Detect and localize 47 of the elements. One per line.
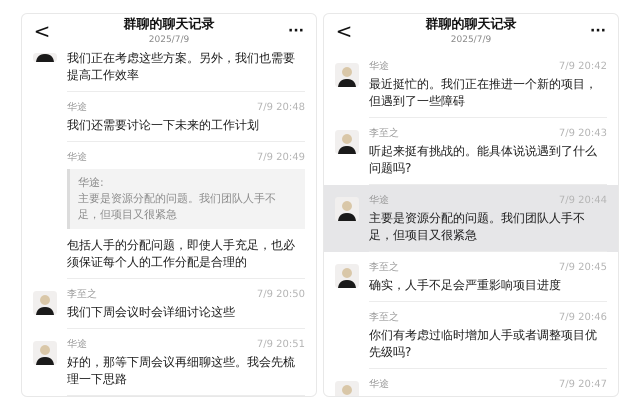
message-time: 7/9 20:48 (256, 100, 305, 114)
message-time: 7/9 20:49 (256, 150, 305, 164)
sender-name: 华途 (369, 378, 389, 392)
sender-name: 李至之 (369, 310, 399, 324)
message-text: 听起来挺有挑战的。能具体说说遇到了什么问题吗? (369, 143, 598, 177)
back-button[interactable]: < (30, 16, 54, 46)
message-text: 我们还需要讨论一下未来的工作计划 (67, 117, 260, 134)
quote-sender: 华途: (78, 175, 105, 191)
message-row[interactable]: 华途 7/9 20:42 最近挺忙的。我们正在推进一个新的项目，但遇到了一些障碍 (324, 58, 618, 118)
message-row[interactable]: 华途 7/9 20:51 好的，那等下周会议再细聊这些。我会先梳理一下思路 (22, 329, 316, 396)
more-button[interactable]: ··· (586, 16, 610, 46)
message-text: 主要是资源分配的问题。我们团队人手不足，但项目又很紧急 (369, 210, 586, 244)
more-button[interactable]: ··· (284, 16, 308, 46)
sender-name: 华途 (369, 60, 389, 74)
message-row[interactable]: 华途 7/9 20:49 华途: 主要是资源分配的问题。我们团队人手不足，但项目又很紧急 包括人手的分配问题，即使人手充足，也必须保证每个人的工作分配是合理的 (22, 142, 316, 279)
message-time: 7/9 20:45 (558, 260, 607, 274)
message-text: 包括人手的分配问题，即使人手充足，也必须保证每个人的工作分配是合理的 (67, 237, 296, 271)
sender-name: 李至之 (369, 126, 399, 140)
message-row[interactable]: 李至之 7/9 20:46 你们有考虑过临时增加人手或者调整项目优先级吗? (324, 302, 618, 369)
message-time: 7/9 20:42 (558, 60, 607, 74)
sender-name: 李至之 (369, 260, 399, 274)
chat-date: 2025/7/9 (148, 34, 190, 46)
message-text: 我们下周会议时会详细讨论这些 (67, 304, 236, 321)
message-time: 7/9 20:47 (558, 378, 607, 392)
sender-name: 华途 (67, 338, 87, 352)
message-row[interactable]: 我们正在考虑这些方案。另外，我们也需要提高工作效率 (22, 48, 316, 92)
quote-text: 主要是资源分配的问题。我们团队人手不足，但项目又很紧急 (78, 191, 277, 223)
chat-title: 群聊的聊天记录 (426, 16, 516, 34)
message-time: 7/9 20:50 (256, 288, 305, 302)
sender-name: 华途 (369, 194, 389, 208)
message-time: 7/9 20:43 (558, 126, 607, 140)
chat-date: 2025/7/9 (450, 34, 492, 46)
message-time: 7/9 20:51 (256, 338, 305, 352)
back-button[interactable]: < (332, 16, 356, 46)
message-row[interactable]: 华途 7/9 20:48 我们还需要讨论一下未来的工作计划 (22, 92, 316, 142)
chat-title: 群聊的聊天记录 (124, 16, 214, 34)
message-row[interactable]: 李至之 7/9 20:45 确实，人手不足会严重影响项目进度 (324, 252, 618, 302)
message-row[interactable]: 李至之 7/9 20:50 我们下周会议时会详细讨论这些 (22, 279, 316, 329)
message-time: 7/9 20:46 (558, 310, 607, 324)
message-text: 确实，人手不足会严重影响项目进度 (369, 277, 562, 294)
sender-name: 华途 (67, 150, 87, 164)
sender-name: 华途 (67, 100, 87, 114)
message-text: 我们正在考虑这些方案。另外，我们也需要提高工作效率 (67, 50, 296, 84)
message-text: 好的，那等下周会议再细聊这些。我会先梳理一下思路 (67, 354, 296, 388)
sender-name: 李至之 (67, 288, 97, 302)
message-text: 你们有考虑过临时增加人手或者调整项目优先级吗? (369, 327, 598, 361)
message-text: 最近挺忙的。我们正在推进一个新的项目，但遇到了一些障碍 (369, 76, 598, 110)
